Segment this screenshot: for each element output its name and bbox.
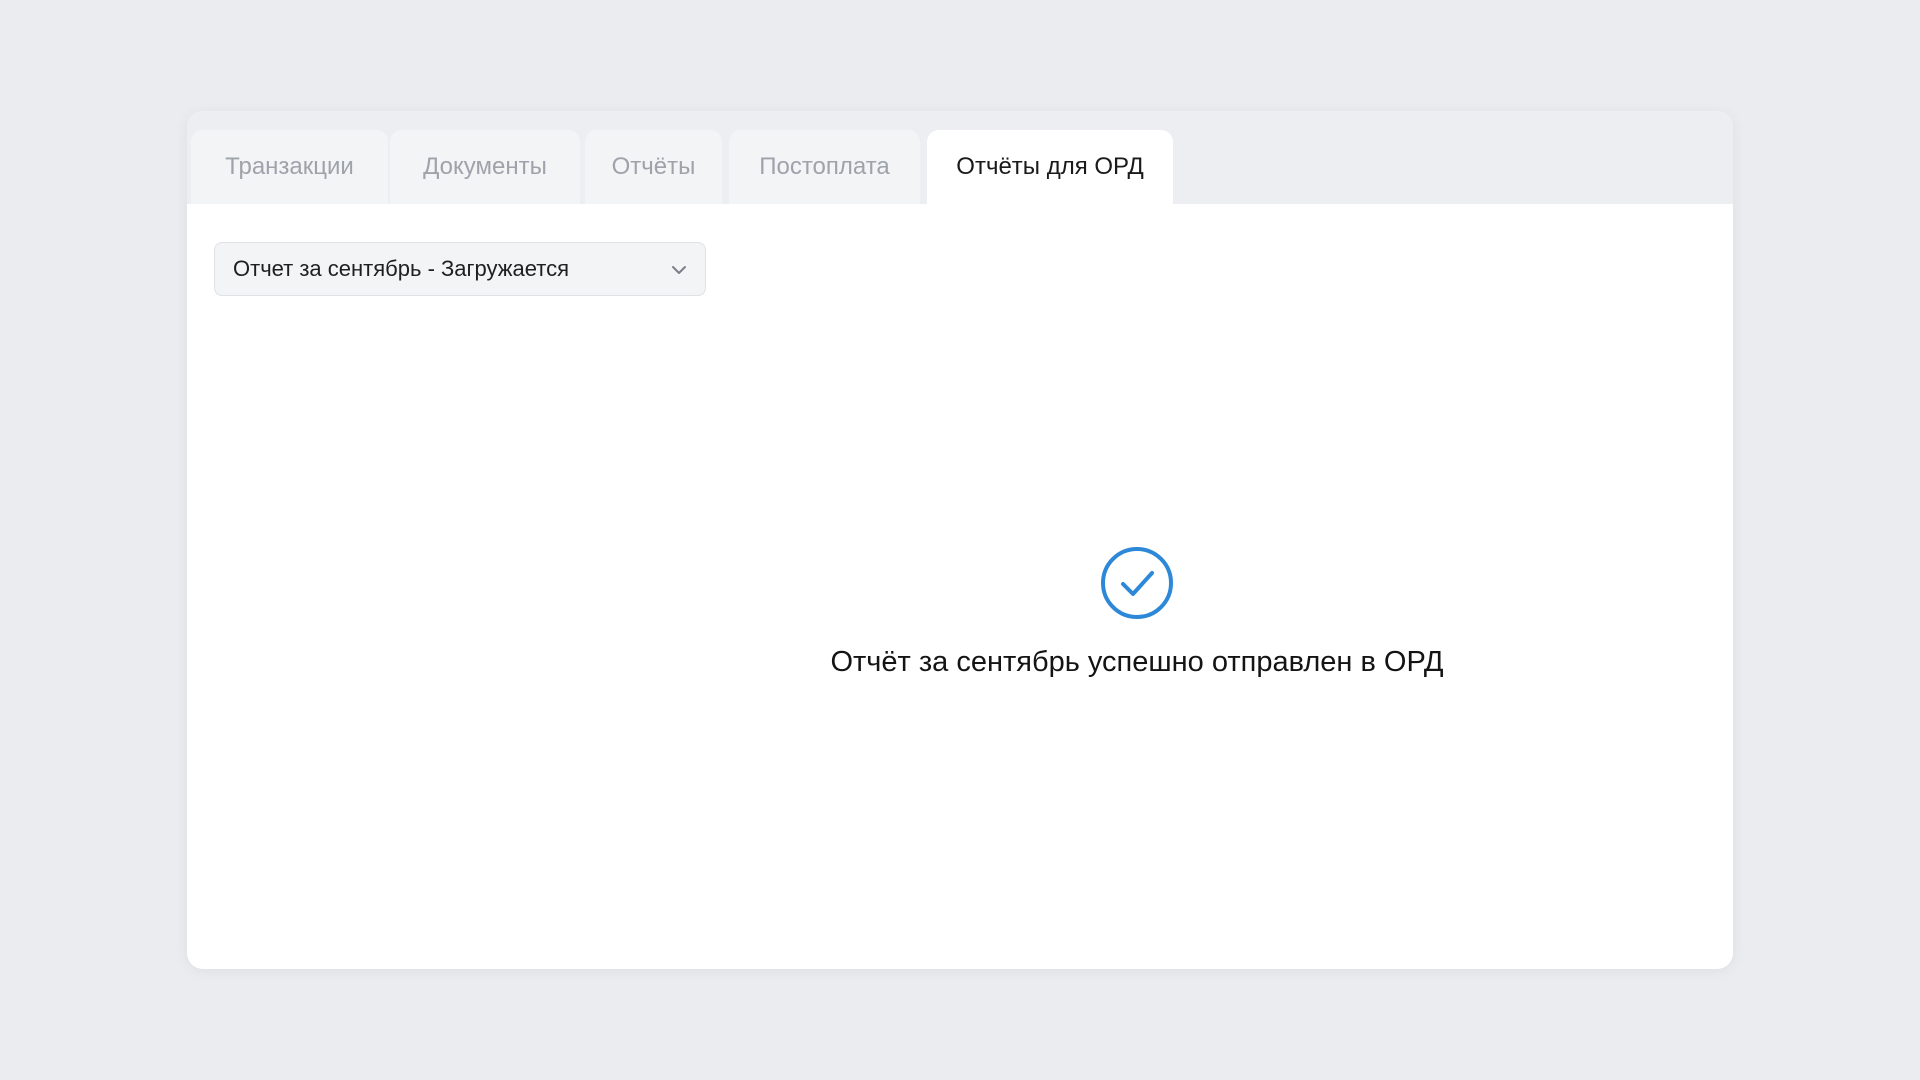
success-message: Отчёт за сентябрь успешно отправлен в ОР… <box>830 646 1444 678</box>
tab-reports[interactable]: Отчёты <box>585 130 722 204</box>
report-period-select[interactable]: Отчет за сентябрь - Загружается <box>214 242 706 296</box>
check-circle-icon <box>1101 547 1173 619</box>
reports-panel: Транзакции Документы Отчёты Постоплата О… <box>187 111 1733 969</box>
chevron-down-icon <box>672 266 686 274</box>
tab-bar: Транзакции Документы Отчёты Постоплата О… <box>187 111 1733 204</box>
report-period-select-value: Отчет за сентябрь - Загружается <box>233 256 569 281</box>
tab-transactions[interactable]: Транзакции <box>191 130 388 204</box>
tab-documents[interactable]: Документы <box>390 130 580 204</box>
tab-postpayment[interactable]: Постоплата <box>729 130 920 204</box>
tab-ord-reports[interactable]: Отчёты для ОРД <box>927 130 1173 204</box>
